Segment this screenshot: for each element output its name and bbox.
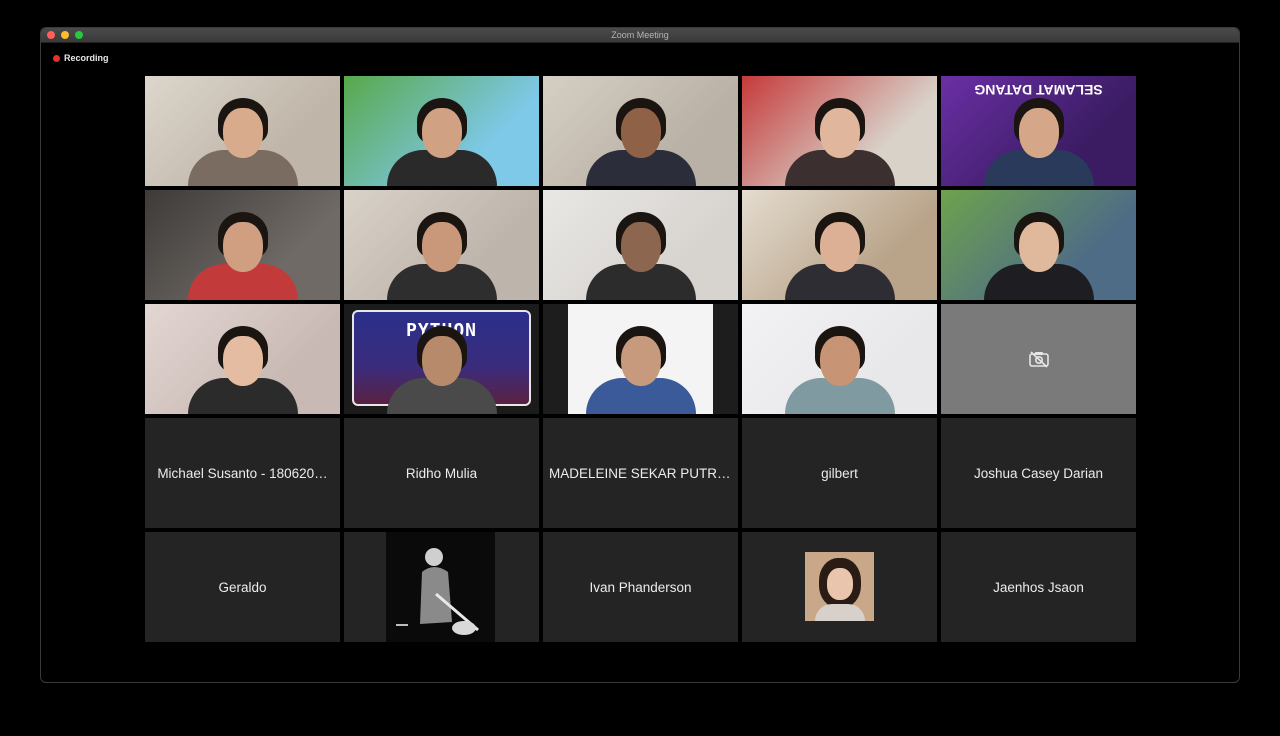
- participant-camera-off-tile[interactable]: [941, 304, 1136, 414]
- participant-name-tile[interactable]: gilbert: [742, 418, 937, 528]
- webcam-frame: [568, 304, 713, 414]
- participant-name: Michael Susanto - 180620…: [157, 465, 328, 481]
- participant-face: [421, 222, 462, 272]
- participant-video-tile[interactable]: [145, 76, 340, 186]
- participant-face: [421, 108, 462, 158]
- participant-face: [222, 222, 263, 272]
- participant-video-tile[interactable]: [344, 190, 539, 300]
- recording-indicator[interactable]: Recording: [53, 53, 109, 63]
- participant-name: gilbert: [821, 465, 858, 481]
- participant-video-tile[interactable]: [742, 304, 937, 414]
- participant-video-tile[interactable]: [145, 190, 340, 300]
- participant-video-tile[interactable]: [543, 190, 738, 300]
- participant-video-tile[interactable]: [145, 304, 340, 414]
- participant-profile-photo-tile[interactable]: [742, 532, 937, 642]
- participant-name: Ivan Phanderson: [589, 579, 692, 595]
- profile-photo: [386, 532, 495, 642]
- participant-face: [421, 336, 462, 386]
- camera-off-icon: [1028, 351, 1049, 368]
- participant-name: Geraldo: [218, 579, 267, 595]
- participant-face: [819, 108, 860, 158]
- title-bar: Zoom Meeting: [41, 28, 1239, 43]
- participant-face: [620, 222, 661, 272]
- participant-video-tile[interactable]: [742, 76, 937, 186]
- participant-face: [1018, 222, 1059, 272]
- recording-dot-icon: [53, 54, 60, 62]
- window-title: Zoom Meeting: [611, 30, 669, 40]
- participant-name-tile[interactable]: Michael Susanto - 180620…: [145, 418, 340, 528]
- participant-face: [222, 108, 263, 158]
- participant-name-tile[interactable]: Joshua Casey Darian: [941, 418, 1136, 528]
- profile-photo: [805, 552, 874, 621]
- participant-video-tile[interactable]: [543, 76, 738, 186]
- participant-video-tile[interactable]: [543, 304, 738, 414]
- guitar-player-silhouette: [396, 548, 479, 635]
- participant-video-tile[interactable]: [941, 190, 1136, 300]
- participant-name-tile[interactable]: Jaenhos Jsaon: [941, 532, 1136, 642]
- gallery-view: SELAMAT DATANG PYTHON Michael Susa: [145, 76, 1136, 642]
- participant-name-tile[interactable]: Ivan Phanderson: [543, 532, 738, 642]
- participant-name-tile[interactable]: Geraldo: [145, 532, 340, 642]
- participant-face: [819, 222, 860, 272]
- participant-name: Joshua Casey Darian: [973, 465, 1104, 481]
- participant-name: MADELEINE SEKAR PUTRI…: [549, 465, 732, 481]
- zoom-meeting-window: Zoom Meeting Recording SELAMAT DATANG PY…: [40, 27, 1240, 683]
- participant-face: [1018, 108, 1059, 158]
- participant-profile-photo-tile[interactable]: [344, 532, 539, 642]
- participant-face: [620, 108, 661, 158]
- participant-name-tile[interactable]: MADELEINE SEKAR PUTRI…: [543, 418, 738, 528]
- participant-name: Ridho Mulia: [405, 465, 478, 481]
- participant-face: [222, 336, 263, 386]
- participant-face: [620, 336, 661, 386]
- participant-face: [819, 336, 860, 386]
- welcome-banner-text: SELAMAT DATANG: [974, 82, 1103, 98]
- participant-video-tile[interactable]: [742, 190, 937, 300]
- participant-name-tile[interactable]: Ridho Mulia: [344, 418, 539, 528]
- recording-label: Recording: [64, 53, 109, 63]
- participant-video-tile[interactable]: [344, 76, 539, 186]
- participant-video-tile[interactable]: SELAMAT DATANG: [941, 76, 1136, 186]
- participant-name: Jaenhos Jsaon: [993, 579, 1084, 595]
- participant-video-tile[interactable]: PYTHON: [344, 304, 539, 414]
